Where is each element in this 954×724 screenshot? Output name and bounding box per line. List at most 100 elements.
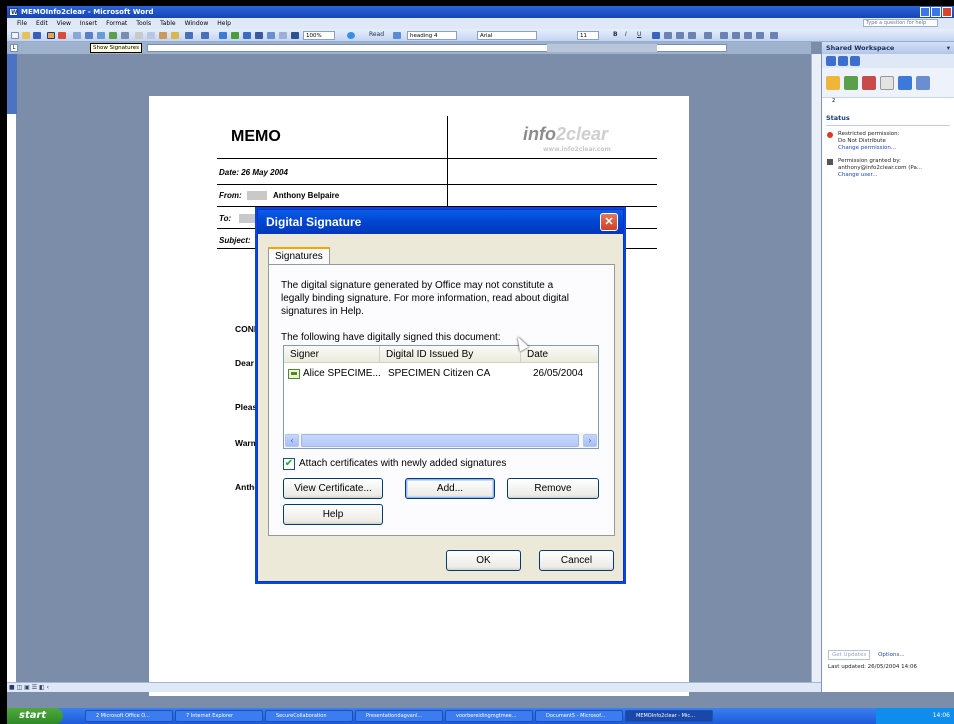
research-icon[interactable]	[121, 32, 129, 39]
show-hide-icon[interactable]	[291, 32, 299, 39]
print-icon[interactable]	[85, 32, 93, 39]
taskbar-item[interactable]: voorbereidingmgtmee...	[445, 710, 533, 722]
table-row[interactable]: Alice SPECIME... SPECIMEN Citizen CA 26/…	[284, 367, 598, 381]
help-button[interactable]: Help	[283, 504, 383, 525]
menu-tools[interactable]: Tools	[136, 20, 151, 27]
list-horizontal-scrollbar[interactable]: ‹ ›	[284, 433, 598, 448]
columns-icon[interactable]	[267, 32, 275, 39]
read-button[interactable]: Read	[369, 31, 384, 38]
vertical-ruler[interactable]	[7, 54, 17, 682]
documents-tab-icon[interactable]	[880, 75, 894, 90]
permission-icon[interactable]	[47, 32, 55, 39]
hyperlink-icon[interactable]	[219, 32, 227, 39]
print-preview-icon[interactable]	[97, 32, 105, 39]
menu-view[interactable]: View	[57, 20, 71, 27]
open-folder-icon[interactable]	[22, 32, 30, 39]
paste-icon[interactable]	[159, 32, 167, 39]
excel-icon[interactable]	[255, 32, 263, 39]
start-button[interactable]: start	[7, 708, 63, 724]
scroll-left-arrow[interactable]: ‹	[285, 434, 299, 447]
bullets-icon[interactable]	[732, 32, 740, 39]
pane-menu-icon[interactable]: ▾	[947, 42, 950, 54]
add-signature-button[interactable]: Add...	[405, 478, 495, 499]
scroll-right-arrow[interactable]: ›	[583, 434, 597, 447]
document-info-tab-icon[interactable]	[916, 75, 930, 90]
font-size-combo[interactable]: 11	[577, 31, 599, 40]
tab-selector[interactable]: L	[10, 44, 18, 52]
forward-icon[interactable]	[838, 56, 848, 66]
zoom-combo[interactable]: 100%	[303, 31, 335, 40]
save-icon[interactable]	[33, 32, 41, 39]
spelling-icon[interactable]	[109, 32, 117, 39]
style-combo[interactable]: heading 4	[407, 31, 457, 40]
menu-edit[interactable]: Edit	[36, 20, 48, 27]
copy-icon[interactable]	[147, 32, 155, 39]
numbering-icon[interactable]	[720, 32, 728, 39]
horizontal-scrollbar[interactable]: ■ ◫ ▣ ☰ ◧ ‹	[7, 682, 821, 692]
column-issued-by[interactable]: Digital ID Issued By	[380, 346, 521, 363]
remove-signature-button[interactable]: Remove	[507, 478, 599, 499]
vertical-scrollbar[interactable]	[811, 54, 821, 682]
email-icon[interactable]	[73, 32, 81, 39]
menu-file[interactable]: File	[17, 20, 27, 27]
close-window-button[interactable]	[942, 7, 952, 17]
signers-list[interactable]: Signer Digital ID Issued By Date Alice S…	[283, 345, 599, 449]
line-spacing-icon[interactable]	[704, 32, 712, 39]
column-date[interactable]: Date	[521, 346, 600, 363]
change-permission-link[interactable]: Change permission...	[838, 145, 954, 152]
tables-borders-icon[interactable]	[231, 32, 239, 39]
taskbar-item-active[interactable]: MEMOInfo2clear - Mic...	[625, 710, 713, 722]
increase-indent-icon[interactable]	[756, 32, 764, 39]
column-signer[interactable]: Signer	[284, 346, 380, 363]
redo-icon[interactable]	[201, 32, 209, 39]
menu-table[interactable]: Table	[160, 20, 176, 27]
signature-icon[interactable]	[58, 32, 66, 39]
back-icon[interactable]	[826, 56, 836, 66]
drawing-icon[interactable]	[279, 32, 287, 39]
new-document-icon[interactable]	[11, 32, 19, 39]
menu-help[interactable]: Help	[217, 20, 231, 27]
undo-icon[interactable]	[185, 32, 193, 39]
view-mode-buttons[interactable]: ■ ◫ ▣ ☰ ◧ ‹	[9, 684, 49, 691]
help-icon[interactable]	[347, 32, 355, 39]
dialog-close-button[interactable]: ✕	[600, 213, 618, 231]
get-updates-button[interactable]: Get Updates	[828, 650, 871, 660]
attach-certificates-checkbox[interactable]: ✔	[283, 458, 295, 470]
taskbar-item[interactable]: Presentationdagvanl...	[355, 710, 443, 722]
insert-table-icon[interactable]	[243, 32, 251, 39]
cancel-button[interactable]: Cancel	[539, 550, 614, 571]
change-user-link[interactable]: Change user...	[838, 172, 954, 179]
align-center-icon[interactable]	[664, 32, 672, 39]
tasks-tab-icon[interactable]	[862, 75, 876, 90]
tab-signatures[interactable]: Signatures	[268, 247, 330, 265]
taskbar-item[interactable]: 2 Microsoft Office O...	[85, 710, 173, 722]
justify-icon[interactable]	[688, 32, 696, 39]
home-icon[interactable]	[850, 56, 860, 66]
attach-certificates-label[interactable]: Attach certificates with newly added sig…	[299, 458, 506, 470]
bold-button[interactable]: B	[613, 31, 618, 38]
styles-icon[interactable]	[393, 32, 401, 39]
menu-format[interactable]: Format	[106, 20, 127, 27]
scroll-thumb[interactable]	[301, 434, 579, 447]
align-left-icon[interactable]	[652, 32, 660, 39]
view-certificate-button[interactable]: View Certificate...	[283, 478, 383, 499]
options-link[interactable]: Options...	[878, 652, 904, 658]
ok-button[interactable]: OK	[446, 550, 521, 571]
status-tab-icon[interactable]	[826, 75, 840, 90]
help-search-box[interactable]: Type a question for help	[863, 19, 938, 27]
cut-icon[interactable]	[135, 32, 143, 39]
italic-button[interactable]: I	[625, 31, 627, 38]
taskbar-item[interactable]: Document5 - Microsof...	[535, 710, 623, 722]
taskbar-item[interactable]: 7 Internet Explorer	[175, 710, 263, 722]
menu-insert[interactable]: Insert	[80, 20, 97, 27]
members-tab-icon[interactable]	[844, 75, 858, 90]
taskbar-item[interactable]: SecureCollaboration	[265, 710, 353, 722]
border-icon[interactable]	[770, 32, 778, 39]
maximize-button[interactable]	[931, 7, 941, 17]
links-tab-icon[interactable]	[898, 75, 912, 90]
align-right-icon[interactable]	[676, 32, 684, 39]
minimize-button[interactable]	[920, 7, 930, 17]
font-combo[interactable]: Arial	[477, 31, 537, 40]
decrease-indent-icon[interactable]	[744, 32, 752, 39]
underline-button[interactable]: U	[637, 31, 641, 38]
